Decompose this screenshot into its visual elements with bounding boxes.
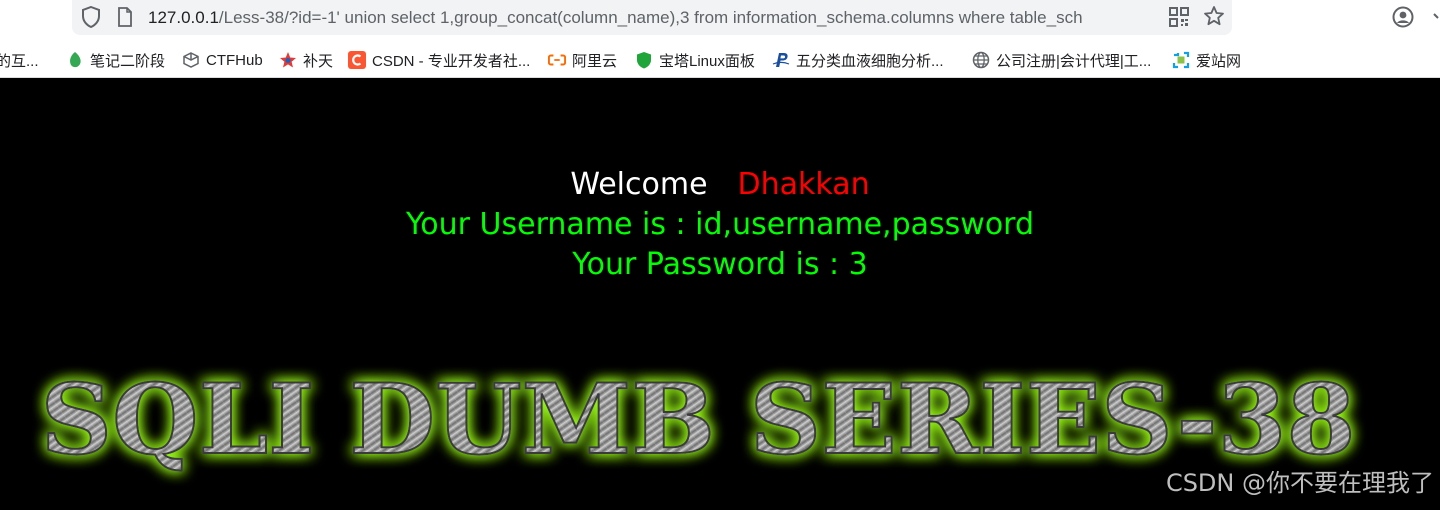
leaf-icon [66,51,84,69]
bookmark-item-4[interactable]: CSDN - 专业开发者社... [348,48,530,72]
bookmark-label: CSDN - 专业开发者社... [372,52,531,70]
bookmark-label: CTFHub [206,51,263,69]
welcome-text: Welcome [570,167,708,202]
url-path: /Less-38/?id=-1' union select 1,group_co… [218,8,1083,27]
bookmark-label: 宝塔Linux面板 [659,52,755,70]
bookmark-label: 爱站网 [1196,52,1242,70]
address-row: 127.0.0.1/Less-38/?id=-1' union select 1… [0,0,1440,38]
profile-icon[interactable] [1392,6,1414,28]
bookmark-item-2[interactable]: CTFHub [182,48,263,72]
bookmark-item-9[interactable]: 爱站网 [1172,48,1241,72]
bookmark-item-0[interactable]: 的互... [0,48,39,72]
menu-icon[interactable] [1432,4,1440,28]
watermark: CSDN @你不要在理我了 [1165,469,1434,497]
qr-code-icon[interactable] [1169,7,1189,27]
bookmark-item-7[interactable]: 五分类血液细胞分析... [772,48,944,72]
username-result: Your Username is : id,username,password [405,207,1035,242]
bookmark-item-1[interactable]: 笔记二阶段 [66,48,165,72]
bookmark-label: 笔记二阶段 [90,52,166,70]
bookmark-label: 五分类血液细胞分析... [796,52,944,70]
bookmark-label: 公司注册|会计代理|工... [996,52,1152,70]
bookmark-label: 补天 [303,52,334,70]
shield-icon[interactable] [80,6,102,28]
bookmark-item-3[interactable]: 补天 [279,48,333,72]
password-result: Your Password is : 3 [572,247,868,282]
globe-icon [972,51,990,69]
bookmark-label: 的互... [0,52,39,70]
url-host: 127.0.0.1 [148,8,219,27]
bookmark-item-8[interactable]: 公司注册|会计代理|工... [972,48,1151,72]
banner-text: SQLI DUMB SERIES-38 [41,363,1356,476]
shield-green-icon [635,51,653,69]
browser-chrome: 127.0.0.1/Less-38/?id=-1' union select 1… [0,0,1440,78]
bookmark-star-icon[interactable] [1203,5,1225,27]
aizhan-icon [1172,51,1190,69]
p-logo-icon [772,51,790,69]
page-content: Welcome Dhakkan Your Username is : id,use… [0,78,1440,510]
cube-icon [182,51,200,69]
aliyun-icon [548,51,566,69]
bookmark-item-6[interactable]: 宝塔Linux面板 [635,48,755,72]
page-icon[interactable] [116,7,134,27]
welcome-line: Welcome Dhakkan [0,166,1440,204]
bookmark-item-5[interactable]: 阿里云 [548,48,617,72]
bookmark-label: 阿里云 [572,52,618,70]
bookmarks-bar: 的互... 笔记二阶段 CTFHub 补天 CSDN - 专业开发者社... 阿… [0,44,1440,76]
csdn-icon [348,51,366,69]
user-name: Dhakkan [737,167,870,202]
star-badge-icon [279,51,297,69]
url-text[interactable]: 127.0.0.1/Less-38/?id=-1' union select 1… [148,6,1158,30]
